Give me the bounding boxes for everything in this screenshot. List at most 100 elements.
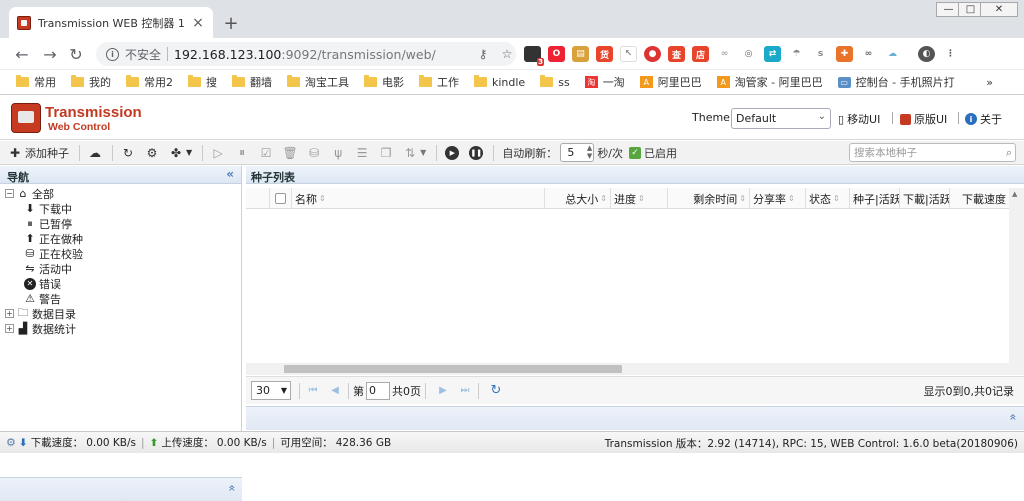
reload-icon[interactable]: ↻ bbox=[66, 44, 86, 64]
pause-torrent-button[interactable]: ⏸ bbox=[235, 143, 249, 163]
column-header-peers[interactable]: 下載|活跃 bbox=[900, 188, 950, 209]
reload-page-icon[interactable]: ↻ bbox=[487, 383, 505, 398]
move-button[interactable]: ❐ bbox=[379, 143, 393, 163]
key-icon[interactable]: ⚷ bbox=[474, 47, 492, 61]
new-tab-button[interactable]: + bbox=[220, 12, 242, 34]
bookmark-item[interactable]: A 阿里巴巴 bbox=[639, 74, 702, 90]
start-all-circle-button[interactable]: ▶ bbox=[445, 143, 460, 163]
tree-node-active[interactable]: ⇋ 活动中 bbox=[5, 261, 241, 276]
horizontal-scrollbar[interactable] bbox=[246, 363, 1024, 375]
tree-node-warning[interactable]: ⚠ 警告 bbox=[5, 291, 241, 306]
opera-extension-icon[interactable]: O bbox=[548, 46, 565, 62]
auto-refresh-input[interactable]: 5 ▲ ▼ bbox=[560, 143, 595, 162]
shop-extension-icon[interactable]: 货 bbox=[596, 46, 613, 62]
note-extension-icon[interactable]: ▤ bbox=[572, 46, 589, 62]
bookmark-item[interactable]: 我的 bbox=[71, 74, 111, 90]
last-page-icon[interactable]: ⏭ bbox=[456, 385, 474, 396]
tree-node-error[interactable]: ✕ 错误 bbox=[5, 276, 241, 291]
select-all-checkbox[interactable] bbox=[270, 188, 292, 209]
translate-extension-icon[interactable]: ⇄ bbox=[764, 46, 781, 62]
next-page-icon[interactable]: ▶ bbox=[434, 385, 452, 396]
bookmark-item[interactable]: 淘一淘 bbox=[584, 74, 625, 90]
bookmark-item[interactable]: 工作 bbox=[419, 74, 459, 90]
tree-collapse-icon[interactable]: − bbox=[5, 189, 14, 198]
theme-select[interactable]: Default ⌄ bbox=[731, 108, 831, 129]
bookmark-item[interactable]: 淘宝工具 bbox=[287, 74, 349, 90]
page-number-input[interactable]: 0 bbox=[366, 381, 390, 400]
sort-dropdown-button[interactable]: ⇅ ▼ bbox=[403, 143, 426, 163]
infinity-extension-icon[interactable]: ∞ bbox=[860, 46, 877, 62]
store-extension-icon[interactable]: 店 bbox=[692, 46, 709, 62]
search-icon[interactable]: ⌕ bbox=[1006, 146, 1012, 160]
tree-node-stats[interactable]: + ▟ 数据统计 bbox=[5, 321, 241, 336]
tree-node-data-dir[interactable]: + 🗀 数据目录 bbox=[5, 306, 241, 321]
bookmarks-more-button[interactable]: » bbox=[986, 76, 993, 89]
tree-expand-icon[interactable]: + bbox=[5, 324, 14, 333]
link-extension-icon[interactable]: ∞ bbox=[716, 46, 733, 62]
url-text[interactable]: 192.168.123.100:9092/transmission/web/ bbox=[174, 47, 468, 62]
scrollbar-thumb[interactable] bbox=[284, 365, 622, 373]
about-link[interactable]: i 关于 bbox=[965, 111, 1002, 127]
original-ui-link[interactable]: 原版UI bbox=[900, 111, 947, 127]
address-bar[interactable]: i 不安全 192.168.123.100:9092/transmission/… bbox=[96, 42, 516, 66]
search-input[interactable]: 搜索本地种子 ⌕ bbox=[849, 143, 1016, 162]
recheck-button[interactable]: ☑ bbox=[259, 143, 273, 163]
verify-button[interactable]: ⛁ bbox=[307, 143, 321, 163]
column-header-seeds[interactable]: 种子|活跃 bbox=[850, 188, 900, 209]
column-header-remaining[interactable]: 剩余时间 ⇕ bbox=[668, 188, 750, 209]
compass-extension-icon[interactable]: ◎ bbox=[740, 46, 757, 62]
tree-expand-icon[interactable]: + bbox=[5, 309, 14, 318]
spinner-arrows-icon[interactable]: ▲ ▼ bbox=[587, 144, 592, 160]
column-header-ratio[interactable]: 分享率 ⇕ bbox=[750, 188, 806, 209]
page-size-select[interactable]: 30 ▼ bbox=[251, 381, 291, 400]
record-extension-icon[interactable]: ● bbox=[644, 46, 661, 62]
vertical-scrollbar[interactable]: ▲ ▼ bbox=[1009, 188, 1024, 374]
bookmark-item[interactable]: 电影 bbox=[364, 74, 404, 90]
browser-tab[interactable]: Transmission WEB 控制器 1.6.0 × bbox=[9, 7, 213, 38]
extension-badge-icon[interactable]: 3 bbox=[524, 46, 544, 66]
bookmark-item[interactable]: 常用 bbox=[16, 74, 56, 90]
mobile-ui-link[interactable]: ▯ 移动UI bbox=[838, 111, 880, 127]
column-header-progress[interactable]: 进度 ⇕ bbox=[611, 188, 668, 209]
tree-node-downloading[interactable]: ⬇ 下载中 bbox=[5, 201, 241, 216]
expand-up-icon[interactable]: » bbox=[1005, 413, 1019, 420]
cursor-extension-icon[interactable]: ↖ bbox=[620, 46, 637, 62]
column-header-size[interactable]: 总大小 ⇕ bbox=[545, 188, 611, 209]
profile-avatar[interactable]: ◐ bbox=[918, 46, 935, 62]
plugins-dropdown-button[interactable]: ✤ ▼ bbox=[169, 143, 192, 163]
forward-arrow-icon[interactable]: → bbox=[40, 44, 60, 64]
prev-page-icon[interactable]: ◀ bbox=[326, 385, 344, 396]
column-header-name[interactable]: 名称 ⇕ bbox=[292, 188, 545, 209]
tab-close-icon[interactable]: × bbox=[191, 15, 205, 31]
checkbox-icon[interactable] bbox=[275, 193, 286, 204]
add-torrent-button[interactable]: ✚ 添加种子 bbox=[8, 143, 69, 163]
cloud-extension-icon[interactable]: ☁ bbox=[884, 46, 901, 62]
tree-node-all[interactable]: − ⌂ 全部 bbox=[5, 186, 241, 201]
remove-button[interactable]: 🗑 bbox=[283, 143, 298, 163]
s-extension-icon[interactable]: s bbox=[812, 46, 829, 62]
bookmark-item[interactable]: ss bbox=[540, 75, 570, 89]
bookmark-item[interactable]: 搜 bbox=[188, 74, 217, 90]
bookmark-item[interactable]: ▭ 控制台 - 手机照片打 bbox=[837, 74, 955, 90]
tree-node-seeding[interactable]: ⬆ 正在做种 bbox=[5, 231, 241, 246]
start-all-button[interactable]: ☁ bbox=[88, 143, 102, 163]
tree-node-paused[interactable]: ⏸ 已暂停 bbox=[5, 216, 241, 231]
auto-refresh-toggle[interactable]: ✓ 已启用 bbox=[629, 143, 677, 163]
rename-button[interactable]: ☰ bbox=[355, 143, 369, 163]
menu-icon[interactable]: ⋮ bbox=[942, 46, 959, 62]
reannounce-button[interactable]: ψ bbox=[331, 143, 345, 163]
pause-all-circle-button[interactable]: ❚❚ bbox=[469, 143, 484, 163]
column-header-dl-speed[interactable]: 下載速度 bbox=[950, 188, 1009, 209]
checkbox-checked-icon[interactable]: ✓ bbox=[629, 146, 642, 159]
first-page-icon[interactable]: ⏮ bbox=[304, 385, 322, 396]
start-torrent-button[interactable]: ▷ bbox=[211, 143, 225, 163]
puzzle-extension-icon[interactable]: ✚ bbox=[836, 46, 853, 62]
window-close-button[interactable]: ✕ bbox=[980, 2, 1018, 17]
column-header-status[interactable]: 状态 ⇕ bbox=[806, 188, 850, 209]
scroll-up-icon[interactable]: ▲ bbox=[1012, 190, 1017, 198]
bookmark-item[interactable]: 常用2 bbox=[126, 74, 173, 90]
search-extension-icon[interactable]: 查 bbox=[668, 46, 685, 62]
bookmark-item[interactable]: A 淘管家 - 阿里巴巴 bbox=[716, 74, 823, 90]
info-icon[interactable]: i bbox=[106, 47, 119, 61]
tree-node-checking[interactable]: ⛁ 正在校验 bbox=[5, 246, 241, 261]
